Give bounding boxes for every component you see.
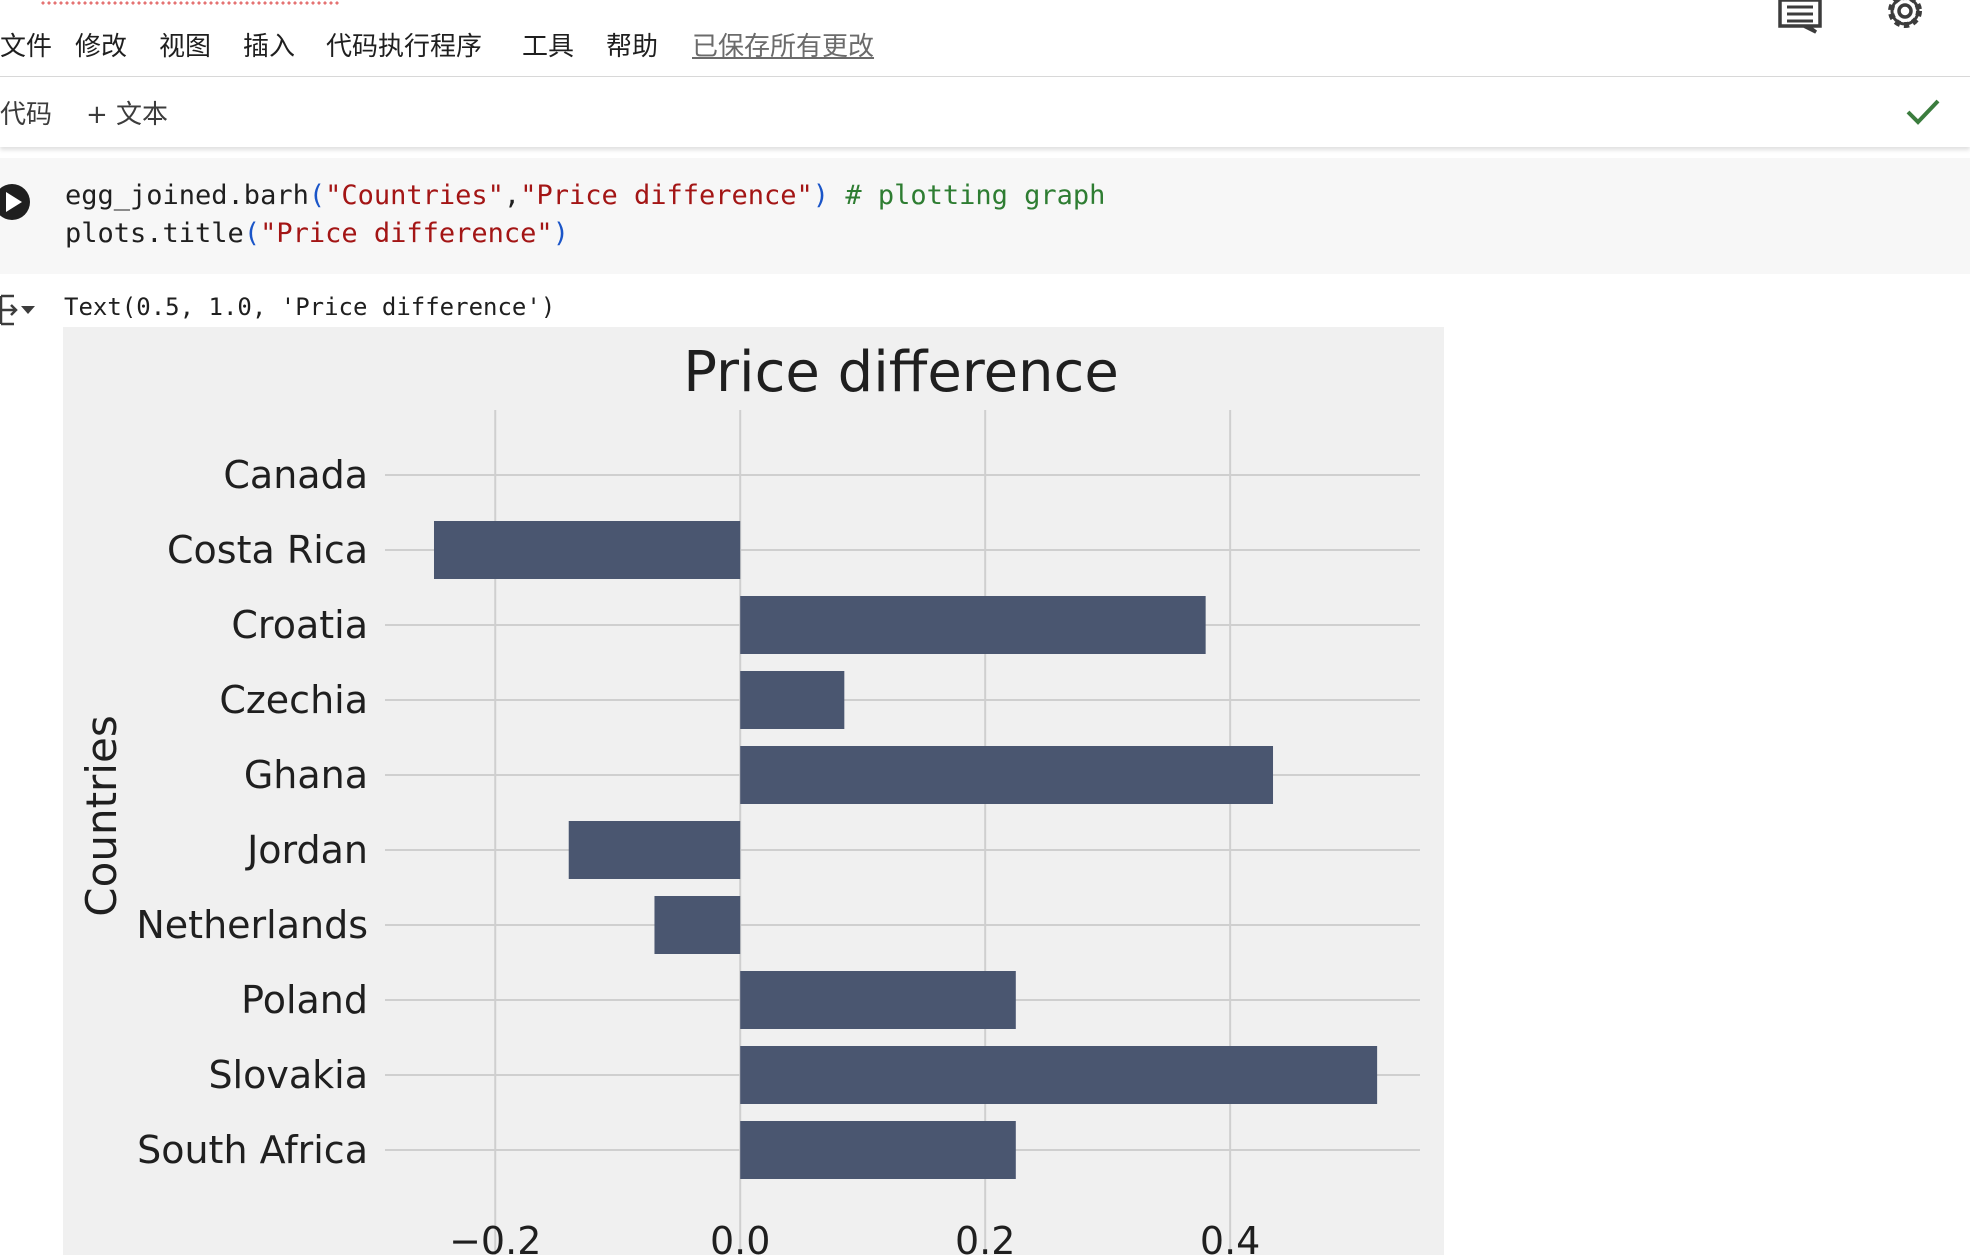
y-tick-label: South Africa bbox=[137, 1128, 368, 1172]
chart-title: Price difference bbox=[683, 340, 1119, 405]
y-tick-label: Slovakia bbox=[208, 1053, 368, 1097]
bar bbox=[568, 821, 741, 879]
x-tick-label: 0.4 bbox=[1200, 1219, 1260, 1255]
bar bbox=[433, 521, 741, 579]
y-tick-label: Netherlands bbox=[136, 903, 368, 947]
bar bbox=[740, 596, 1206, 654]
bar bbox=[740, 746, 1274, 804]
y-tick-label: Ghana bbox=[244, 753, 368, 797]
bar bbox=[740, 1121, 1016, 1179]
y-tick-label: Costa Rica bbox=[167, 528, 368, 572]
bar bbox=[740, 1046, 1378, 1104]
y-tick-label: Canada bbox=[223, 453, 368, 497]
bar bbox=[740, 671, 845, 729]
bar bbox=[740, 971, 1016, 1029]
y-axis-title: Countries bbox=[77, 715, 126, 916]
x-tick-label: 0.2 bbox=[955, 1219, 1015, 1255]
y-tick-label: Poland bbox=[241, 978, 368, 1022]
y-tick-label: Croatia bbox=[231, 603, 368, 647]
y-tick-label: Czechia bbox=[219, 678, 368, 722]
y-tick-label: Jordan bbox=[245, 828, 368, 872]
bar bbox=[654, 896, 741, 954]
x-tick-label: −0.2 bbox=[449, 1219, 541, 1255]
x-tick-label: 0.0 bbox=[710, 1219, 770, 1255]
bar-chart: −0.2 0.0 0.2 0.4 Canada Costa Rica Croatia Czec… bbox=[63, 327, 1444, 1255]
